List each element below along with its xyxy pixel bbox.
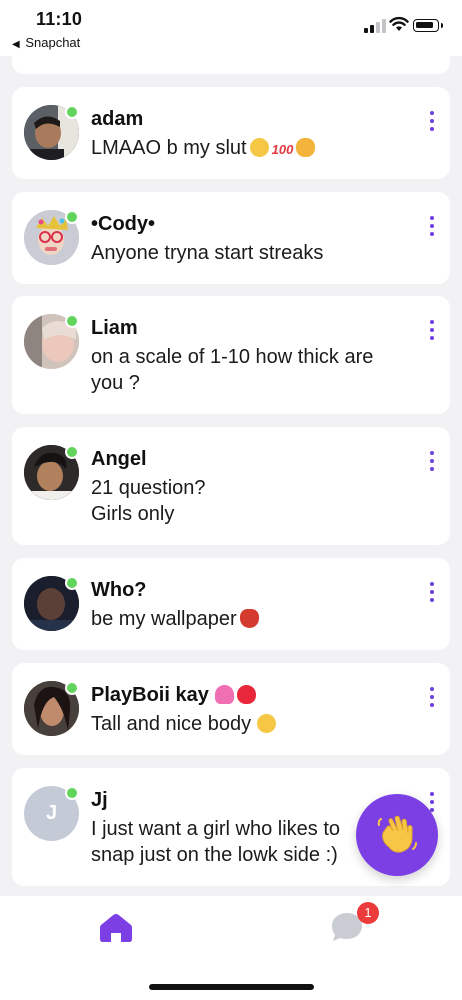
conversation-card[interactable]: •Cody• Anyone tryna start streaks [12,192,450,284]
eye-roll-emoji [249,138,269,157]
message-preview: be my wallpaper [91,606,421,632]
home-tab-button[interactable] [99,913,133,943]
message-preview: 21 question? Girls only [91,477,206,525]
message-text: LMAAO b my slut [91,137,247,159]
conversation-card[interactable]: adam LMAAO b my slut 100 [12,87,450,179]
unread-badge: 1 [357,902,379,924]
wave-button[interactable] [356,794,438,876]
back-to-app-link[interactable]: ◀ Snapchat [12,35,80,50]
online-status-dot [65,314,79,328]
online-status-dot [65,681,79,695]
message-preview: I just want a girl who likes to snap jus… [91,818,340,866]
online-status-dot [65,576,79,590]
home-icon [100,914,132,942]
message-preview: LMAAO b my slut 100 [91,135,421,161]
more-vertical-icon[interactable] [428,582,436,602]
contact-name: Who? [91,579,147,601]
more-vertical-icon[interactable] [428,216,436,236]
message-preview: Anyone tryna start streaks [91,242,324,264]
more-vertical-icon[interactable] [428,320,436,340]
back-app-label: Snapchat [25,35,81,50]
conversation-card[interactable]: Angel 21 question? Girls only [12,427,450,545]
more-vertical-icon[interactable] [428,687,436,707]
tengu-mask-emoji [239,609,259,628]
woozy-face-emoji [257,714,277,733]
cellular-signal-icon [364,19,386,33]
waving-hand-icon [377,815,417,853]
battery-icon [413,19,443,32]
contact-name: adam [91,108,144,130]
online-status-dot [65,105,79,119]
conversation-card[interactable]: Liam on a scale of 1-10 how thick are yo… [12,296,450,414]
back-triangle-icon: ◀ [12,39,20,50]
more-vertical-icon[interactable] [428,451,436,471]
wifi-icon [389,16,409,34]
message-text: Tall and nice body [91,713,252,735]
hundred-emoji: 100 [271,142,294,157]
online-status-dot [65,210,79,224]
message-text: be my wallpaper [91,608,237,630]
status-time: 11:10 [36,9,83,29]
contact-name: PlayBoii kay [91,684,209,706]
home-indicator [149,984,314,990]
status-bar: 11:10 ◀ Snapchat [0,0,462,56]
message-preview: on a scale of 1-10 how thick are you ? [91,346,374,394]
conversation-card[interactable]: PlayBoii kay Tall and nice body [12,663,450,755]
contact-name: Liam [91,317,138,339]
online-status-dot [65,786,79,800]
contact-name: •Cody• [91,213,156,235]
two-hearts-emoji [214,685,234,704]
smirk-cat-emoji [296,138,316,157]
message-preview: Tall and nice body [91,711,421,737]
conversation-card[interactable]: Who? be my wallpaper [12,558,450,650]
contact-name: Angel [91,448,147,470]
online-status-dot [65,445,79,459]
more-vertical-icon[interactable] [428,111,436,131]
contact-name: Jj [91,789,108,811]
kiss-mark-emoji [236,685,256,704]
contact-name-with-emojis: PlayBoii kay [91,684,256,707]
avatar-initial: J [45,802,58,824]
